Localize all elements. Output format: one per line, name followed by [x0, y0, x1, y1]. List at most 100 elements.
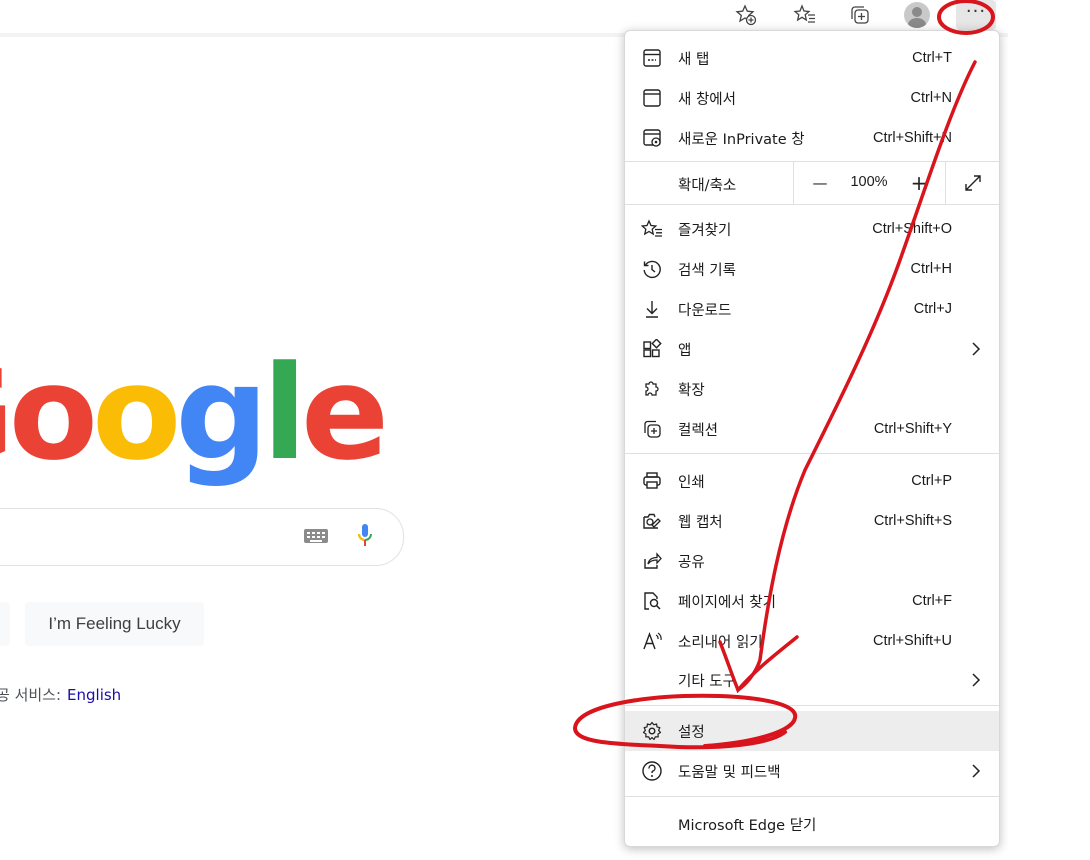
apps-icon: [641, 338, 663, 360]
search-input[interactable]: [0, 508, 404, 566]
menu-item-new-window[interactable]: 새 창에서 Ctrl+N: [625, 78, 999, 118]
help-icon: [641, 760, 663, 782]
print-icon: [641, 470, 663, 492]
zoom-level: 100%: [850, 174, 888, 190]
menu-label: 새로운 InPrivate 창: [678, 131, 805, 148]
menu-shortcut: Ctrl+J: [913, 301, 952, 317]
search-button[interactable]: [0, 602, 10, 646]
menu-item-print[interactable]: 인쇄 Ctrl+P: [625, 461, 999, 501]
logo-letter: e: [300, 337, 389, 489]
menu-shortcut: Ctrl+T: [912, 50, 952, 66]
plus-icon: +: [910, 171, 928, 195]
read-aloud-icon: [641, 630, 663, 652]
menu-shortcut: Ctrl+Shift+S: [873, 513, 952, 529]
menu-item-close-edge[interactable]: Microsoft Edge 닫기: [625, 804, 999, 844]
menu-item-share[interactable]: 공유: [625, 541, 999, 581]
microphone-icon[interactable]: [357, 523, 373, 549]
minus-icon: —: [812, 174, 828, 192]
menu-label: 즐겨찾기: [678, 222, 732, 239]
new-tab-icon: [641, 47, 663, 69]
chevron-right-icon: [972, 342, 981, 356]
english-link[interactable]: English: [67, 686, 121, 704]
menu-label: Microsoft Edge 닫기: [678, 817, 817, 834]
browser-toolbar: ···: [0, 0, 1008, 32]
zoom-in-button[interactable]: +: [893, 162, 945, 204]
menu-item-apps[interactable]: 앱: [625, 329, 999, 369]
menu-shortcut: Ctrl+P: [911, 473, 952, 489]
web-capture-icon: [641, 510, 663, 532]
menu-label: 웹 캡처: [678, 514, 723, 531]
fullscreen-button[interactable]: [945, 162, 1000, 204]
feeling-lucky-button[interactable]: I’m Feeling Lucky: [25, 602, 204, 646]
more-icon: ···: [965, 1, 987, 22]
menu-label: 공유: [678, 554, 705, 571]
menu-shortcut: Ctrl+Shift+Y: [873, 421, 952, 437]
menu-shortcut: Ctrl+Shift+O: [872, 221, 952, 237]
menu-label: 설정: [678, 724, 705, 741]
chevron-right-icon: [972, 764, 981, 778]
find-icon: [641, 590, 663, 612]
menu-item-favorites[interactable]: 즐겨찾기 Ctrl+Shift+O: [625, 209, 999, 249]
menu-label: 앱: [678, 342, 692, 359]
profile-avatar[interactable]: [900, 0, 934, 30]
zoom-label: 확대/축소: [678, 178, 737, 194]
menu-item-downloads[interactable]: 다운로드 Ctrl+J: [625, 289, 999, 329]
share-icon: [641, 550, 663, 572]
menu-label: 페이지에서 찾기: [678, 594, 776, 611]
favorite-add-icon[interactable]: [729, 0, 763, 30]
favorites-icon[interactable]: [788, 0, 822, 30]
menu-label: 다운로드: [678, 302, 732, 319]
menu-label: 검색 기록: [678, 262, 736, 279]
download-icon: [641, 298, 663, 320]
menu-item-extensions[interactable]: 확장: [625, 369, 999, 409]
browser-page: ··· Google I’m Feeling Lucky 공 서비스: Engli…: [0, 0, 1008, 860]
language-offer-text: 공 서비스:: [0, 686, 62, 704]
fullscreen-icon: [965, 175, 981, 191]
menu-label: 컬렉션: [678, 422, 719, 439]
menu-divider: [625, 796, 999, 797]
collections-icon: [641, 418, 663, 440]
menu-divider: [625, 453, 999, 454]
menu-shortcut: Ctrl+F: [912, 593, 952, 609]
logo-letter: g: [175, 337, 268, 489]
menu-shortcut: Ctrl+Shift+N: [873, 130, 952, 146]
menu-item-settings[interactable]: 설정: [625, 711, 999, 751]
menu-label: 도움말 및 피드백: [678, 764, 781, 781]
extensions-icon: [641, 378, 663, 400]
menu-item-collections[interactable]: 컬렉션 Ctrl+Shift+Y: [625, 409, 999, 449]
logo-letter: l: [262, 337, 306, 489]
menu-item-history[interactable]: 검색 기록 Ctrl+H: [625, 249, 999, 289]
new-window-icon: [641, 87, 663, 109]
menu-label: 새 탭: [678, 51, 710, 68]
logo-letter: o: [8, 337, 98, 489]
menu-label: 소리내어 읽기: [678, 634, 763, 651]
logo-letter: o: [92, 337, 181, 489]
favorites-icon: [641, 218, 663, 240]
inprivate-icon: [641, 127, 663, 149]
settings-icon: [641, 720, 663, 742]
menu-item-inprivate[interactable]: 새로운 InPrivate 창 Ctrl+Shift+N: [625, 118, 999, 158]
zoom-out-button[interactable]: —: [793, 162, 846, 204]
menu-item-more-tools[interactable]: 기타 도구: [625, 660, 999, 700]
menu-label: 기타 도구: [678, 673, 736, 690]
menu-divider: [625, 705, 999, 706]
menu-item-read-aloud[interactable]: 소리내어 읽기 Ctrl+Shift+U: [625, 621, 999, 661]
menu-item-new-tab[interactable]: 새 탭 Ctrl+T: [625, 38, 999, 78]
settings-and-more-button[interactable]: ···: [956, 0, 996, 30]
menu-item-find[interactable]: 페이지에서 찾기 Ctrl+F: [625, 581, 999, 621]
google-logo: Google: [0, 348, 389, 478]
menu-divider: [625, 204, 999, 205]
history-icon: [641, 258, 663, 280]
menu-item-web-capture[interactable]: 웹 캡처 Ctrl+Shift+S: [625, 501, 999, 541]
menu-label: 인쇄: [678, 474, 705, 491]
menu-shortcut: Ctrl+Shift+U: [873, 633, 952, 649]
menu-shortcut: Ctrl+N: [910, 90, 953, 106]
keyboard-icon[interactable]: [304, 529, 328, 543]
collections-icon[interactable]: [843, 0, 877, 30]
menu-label: 새 창에서: [678, 91, 736, 108]
zoom-row: 확대/축소 — 100% +: [625, 162, 999, 204]
screen-edge: [1008, 0, 1090, 860]
language-offer: 공 서비스: English: [0, 684, 121, 705]
menu-item-help-feedback[interactable]: 도움말 및 피드백: [625, 751, 999, 791]
settings-and-more-menu: 새 탭 Ctrl+T 새 창에서 Ctrl+N 새로운 InPrivate 창 …: [624, 30, 1000, 847]
